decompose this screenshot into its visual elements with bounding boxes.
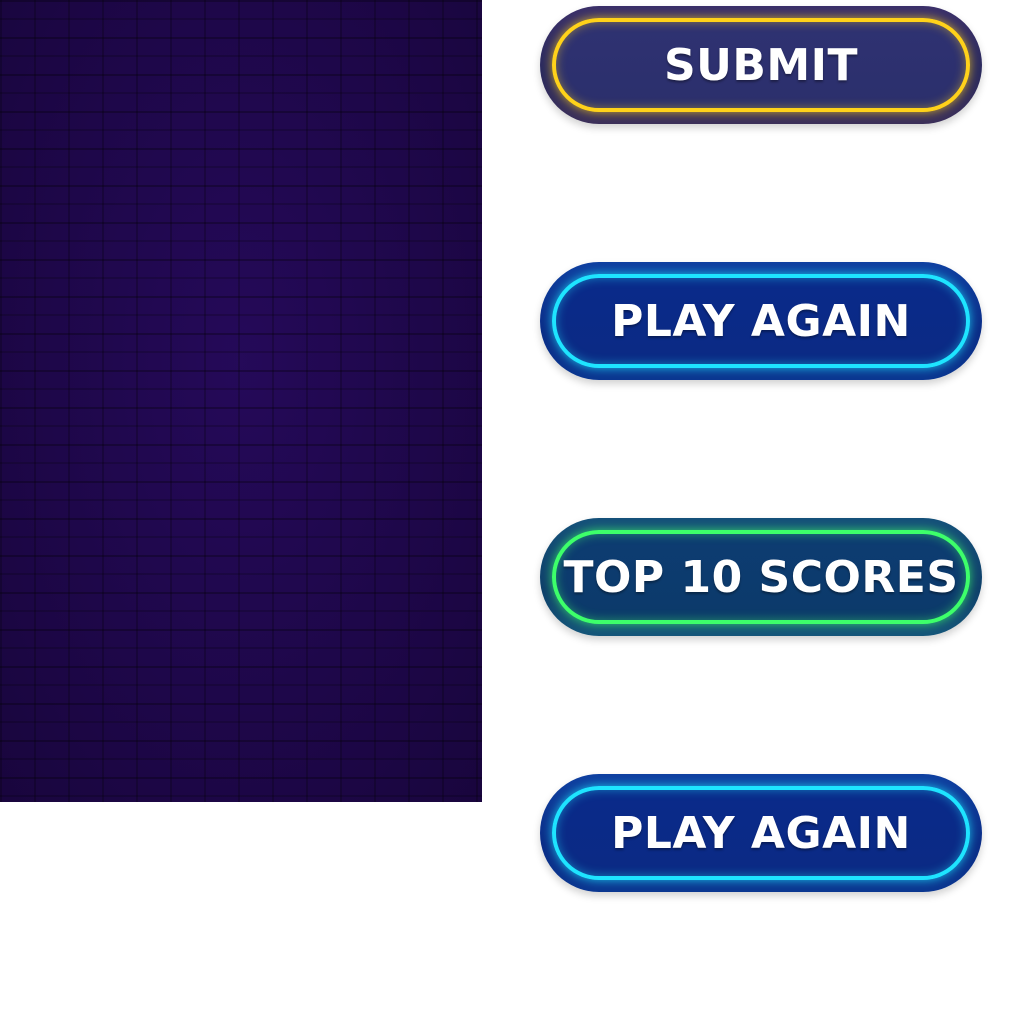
submit-button-glow-ring: SUBMIT [552, 18, 970, 112]
play-again-button-glow-ring: PLAY AGAIN [552, 274, 970, 368]
top-10-scores-button[interactable]: TOP 10 SCORES [540, 518, 982, 636]
submit-button-label: SUBMIT [663, 39, 859, 91]
brick-wall-background [0, 0, 482, 802]
play-again-button-secondary-label: PLAY AGAIN [611, 807, 911, 859]
play-again-button-secondary-glow-ring: PLAY AGAIN [552, 786, 970, 880]
top-10-scores-button-label: TOP 10 SCORES [563, 551, 959, 603]
top-10-scores-button-glow-ring: TOP 10 SCORES [552, 530, 970, 624]
play-again-button[interactable]: PLAY AGAIN [540, 262, 982, 380]
submit-button[interactable]: SUBMIT [540, 6, 982, 124]
play-again-button-label: PLAY AGAIN [611, 295, 911, 347]
play-again-button-secondary[interactable]: PLAY AGAIN [540, 774, 982, 892]
